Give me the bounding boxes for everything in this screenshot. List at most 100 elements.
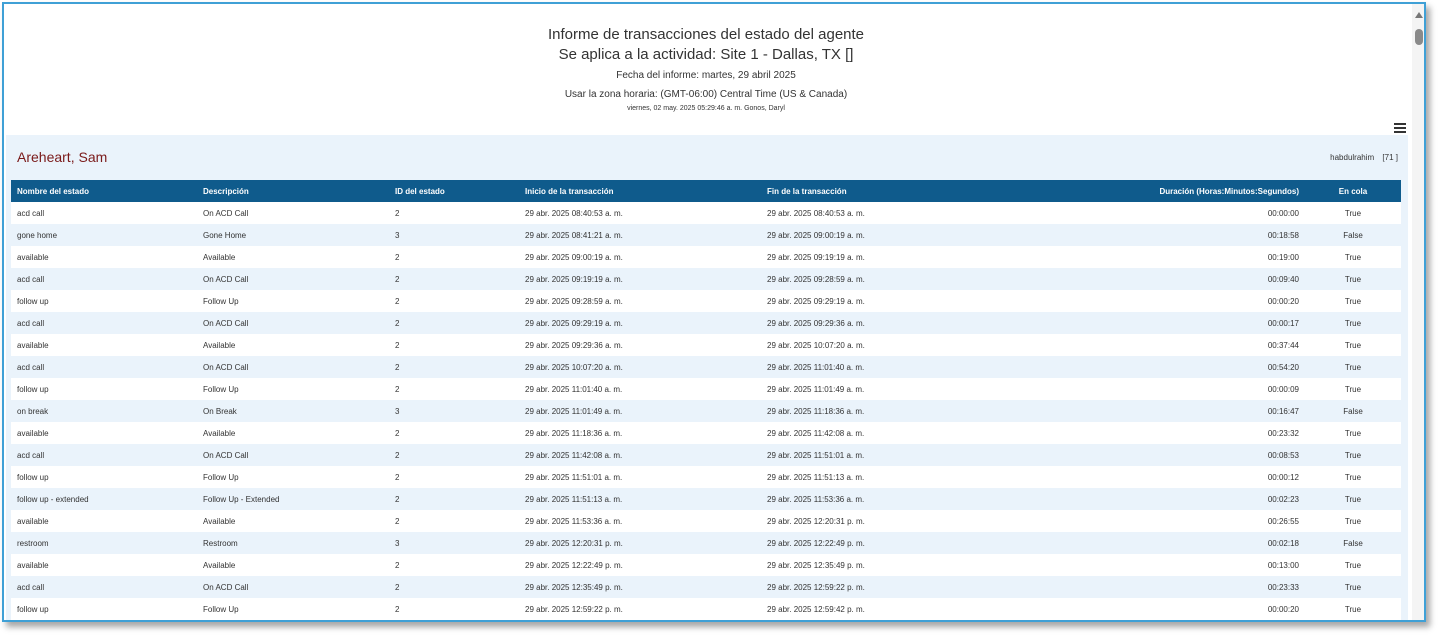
cell-state-id: 2 xyxy=(395,450,400,460)
cell-queue: True xyxy=(1344,604,1362,614)
cell-start: 29 abr. 2025 11:51:01 a. m. xyxy=(525,472,623,482)
cell-end: 29 abr. 2025 11:51:01 a. m. xyxy=(767,450,865,460)
cell-start: 29 abr. 2025 12:59:22 p. m. xyxy=(525,604,623,614)
cell-description: On ACD Call xyxy=(203,318,249,328)
cell-start: 29 abr. 2025 11:53:36 a. m. xyxy=(525,516,623,526)
cell-end: 29 abr. 2025 09:29:19 a. m. xyxy=(767,296,865,306)
cell-duration: 00:13:00 xyxy=(1267,560,1299,570)
cell-queue: True xyxy=(1344,274,1362,284)
table-row: follow up Follow Up 2 29 abr. 2025 11:51:01… xyxy=(11,466,1401,488)
cell-duration: 00:09:40 xyxy=(1267,274,1299,284)
table-row: available Available 2 29 abr. 2025 11:53:36… xyxy=(11,510,1401,532)
report-date: Fecha del informe: martes, 29 abril 2025 xyxy=(616,70,796,81)
report-timezone: Usar la zona horaria: (GMT-06:00) Centra… xyxy=(564,89,848,100)
cell-state-id: 2 xyxy=(395,318,400,328)
arrow-up-icon[interactable] xyxy=(1415,12,1423,18)
cell-duration: 00:00:20 xyxy=(1267,604,1299,614)
cell-description: Available xyxy=(203,516,236,526)
cell-description: Follow Up xyxy=(203,604,239,614)
cell-state-id: 2 xyxy=(395,296,400,306)
table-row: available Available 2 29 abr. 2025 12:22:49… xyxy=(11,554,1401,576)
cell-queue: True xyxy=(1344,494,1362,504)
cell-end: 29 abr. 2025 11:42:08 a. m. xyxy=(767,428,865,438)
cell-start: 29 abr. 2025 08:40:53 a. m. xyxy=(525,208,623,218)
cell-description: Restroom xyxy=(203,538,238,548)
cell-state-id: 2 xyxy=(395,428,400,438)
cell-duration: 00:26:55 xyxy=(1267,516,1299,526)
table-row: available Available 2 29 abr. 2025 09:29:36… xyxy=(11,334,1401,356)
cell-state-name: follow up xyxy=(17,384,49,394)
cell-state-id: 2 xyxy=(395,274,400,284)
cell-description: Available xyxy=(203,428,236,438)
cell-state-name: available xyxy=(17,516,49,526)
cell-end: 29 abr. 2025 11:53:36 a. m. xyxy=(767,494,865,504)
cell-end: 29 abr. 2025 12:59:42 p. m. xyxy=(767,604,865,614)
column-header-description: Descripción xyxy=(203,186,249,196)
cell-duration: 00:23:32 xyxy=(1267,428,1299,438)
cell-end: 29 abr. 2025 12:59:22 p. m. xyxy=(767,582,865,592)
cell-end: 29 abr. 2025 10:07:20 a. m. xyxy=(767,340,865,350)
cell-state-name: follow up - extended xyxy=(17,494,89,504)
cell-queue: True xyxy=(1344,318,1362,328)
cell-description: Follow Up xyxy=(203,296,239,306)
cell-state-id: 2 xyxy=(395,362,400,372)
cell-description: Follow Up xyxy=(203,384,239,394)
cell-start: 29 abr. 2025 11:51:13 a. m. xyxy=(525,494,623,504)
cell-state-id: 2 xyxy=(395,604,400,614)
report-generated-info: viernes, 02 may. 2025 05:29:46 a. m. Gon… xyxy=(627,105,785,112)
cell-queue: False xyxy=(1343,230,1363,240)
agent-name: Areheart, Sam xyxy=(17,149,108,165)
cell-start: 29 abr. 2025 09:29:19 a. m. xyxy=(525,318,623,328)
scrollbar-thumb[interactable] xyxy=(1415,29,1423,45)
cell-duration: 00:00:17 xyxy=(1267,318,1299,328)
report-subtitle: Se aplica a la actividad: Site 1 - Dalla… xyxy=(558,46,854,63)
table-row: acd call On ACD Call 2 29 abr. 2025 08:40:5… xyxy=(11,202,1401,224)
cell-state-name: follow up xyxy=(17,472,49,482)
agent-username: habdulrahim xyxy=(1330,153,1375,162)
cell-end: 29 abr. 2025 11:01:49 a. m. xyxy=(767,384,865,394)
cell-end: 29 abr. 2025 11:01:40 a. m. xyxy=(767,362,865,372)
cell-start: 29 abr. 2025 12:35:49 p. m. xyxy=(525,582,623,592)
cell-state-id: 2 xyxy=(395,494,400,504)
cell-description: On Break xyxy=(203,406,237,416)
cell-queue: True xyxy=(1344,296,1362,306)
cell-queue: True xyxy=(1344,560,1362,570)
hamburger-menu-icon[interactable] xyxy=(1394,123,1406,134)
cell-description: On ACD Call xyxy=(203,362,249,372)
cell-description: On ACD Call xyxy=(203,450,249,460)
cell-state-name: follow up xyxy=(17,604,49,614)
cell-queue: True xyxy=(1344,516,1362,526)
cell-state-name: acd call xyxy=(17,582,45,592)
cell-description: Follow Up - Extended xyxy=(203,494,280,504)
cell-state-name: acd call xyxy=(17,362,45,372)
cell-queue: False xyxy=(1343,406,1363,416)
cell-queue: True xyxy=(1344,582,1362,592)
cell-duration: 00:08:53 xyxy=(1267,450,1299,460)
cell-state-name: on break xyxy=(17,406,49,416)
cell-description: On ACD Call xyxy=(203,208,249,218)
cell-state-id: 3 xyxy=(395,406,400,416)
agent-section: Areheart, Sam habdulrahim [71 ] Nombre d… xyxy=(6,135,1408,620)
cell-end: 29 abr. 2025 09:19:19 a. m. xyxy=(767,252,865,262)
cell-start: 29 abr. 2025 12:20:31 p. m. xyxy=(525,538,623,548)
cell-state-name: restroom xyxy=(17,538,49,548)
table-row: follow up Follow Up 2 29 abr. 2025 11:01:40… xyxy=(11,378,1401,400)
cell-description: Available xyxy=(203,252,236,262)
cell-state-id: 3 xyxy=(395,230,400,240)
cell-queue: False xyxy=(1343,538,1363,548)
cell-end: 29 abr. 2025 09:00:19 a. m. xyxy=(767,230,865,240)
cell-state-id: 2 xyxy=(395,516,400,526)
cell-end: 29 abr. 2025 12:20:31 p. m. xyxy=(767,516,865,526)
cell-start: 29 abr. 2025 10:07:20 a. m. xyxy=(525,362,623,372)
cell-start: 29 abr. 2025 09:28:59 a. m. xyxy=(525,296,623,306)
cell-queue: True xyxy=(1344,340,1362,350)
column-header-start: Inicio de la transacción xyxy=(525,186,614,196)
vertical-scrollbar[interactable] xyxy=(1412,4,1424,620)
table-row: acd call On ACD Call 2 29 abr. 2025 09:19:1… xyxy=(11,268,1401,290)
cell-duration: 00:37:44 xyxy=(1267,340,1299,350)
cell-state-name: available xyxy=(17,428,49,438)
cell-duration: 00:19:00 xyxy=(1267,252,1299,262)
report-header: Informe de transacciones del estado del … xyxy=(4,4,1408,136)
table-row: follow up - extended Follow Up - Extended… xyxy=(11,488,1401,510)
cell-state-id: 3 xyxy=(395,538,400,548)
